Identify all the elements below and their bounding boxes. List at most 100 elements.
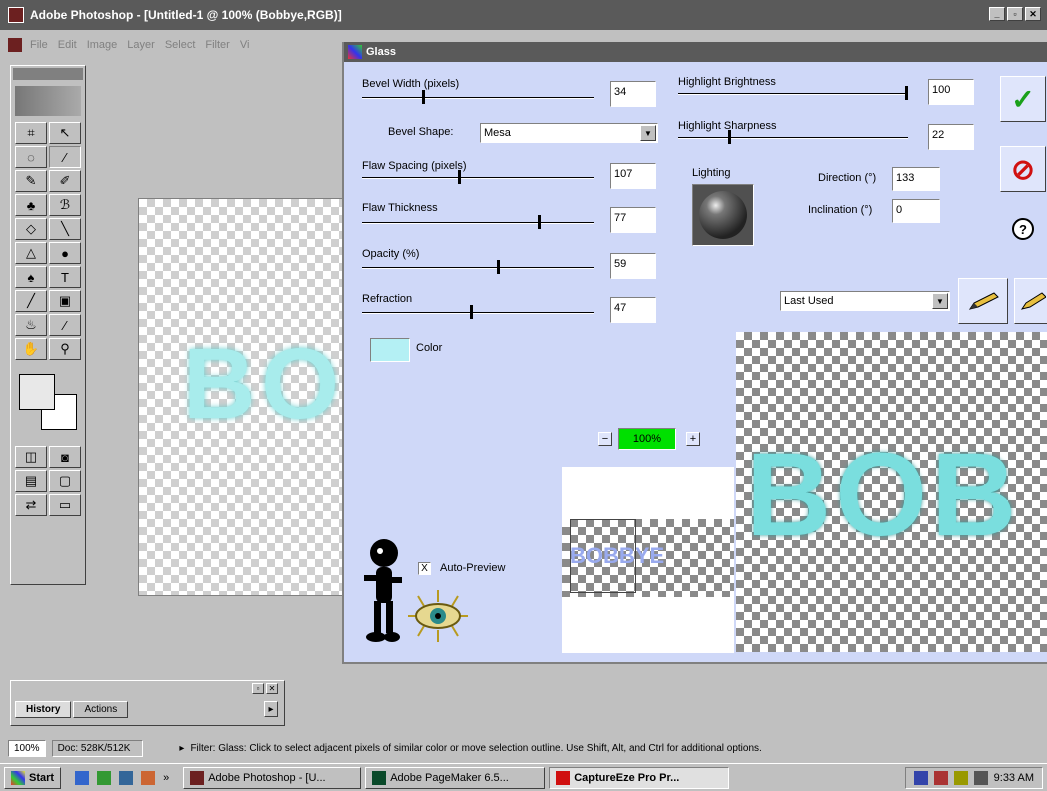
- tray-icon-2[interactable]: [933, 770, 948, 785]
- bevel-width-slider[interactable]: [362, 97, 594, 99]
- standard-mode-icon[interactable]: ◫: [15, 446, 47, 468]
- task-photoshop[interactable]: Adobe Photoshop - [U...: [183, 766, 362, 789]
- opacity-slider[interactable]: [362, 267, 594, 269]
- highlight-brightness-input[interactable]: 100: [928, 79, 974, 105]
- highlight-sharpness-input[interactable]: 22: [928, 124, 974, 150]
- quicklaunch-icon-1[interactable]: [75, 770, 90, 785]
- start-button[interactable]: Start: [4, 766, 62, 789]
- task-captureeze[interactable]: CaptureEze Pro Pr...: [549, 766, 730, 789]
- palette-close-button[interactable]: ✕: [266, 683, 278, 694]
- quicklaunch-more[interactable]: »: [163, 772, 169, 784]
- cancel-button[interactable]: ⊘: [1000, 146, 1046, 192]
- line-tool-icon[interactable]: ╲: [49, 218, 81, 240]
- history-brush-tool-icon[interactable]: ℬ: [49, 194, 81, 216]
- zoom-in-button[interactable]: +: [686, 432, 700, 446]
- quicklaunch-icon-4[interactable]: [141, 770, 156, 785]
- slider-thumb[interactable]: [422, 90, 425, 104]
- navigator-frame[interactable]: [570, 519, 636, 593]
- tray-icon-1[interactable]: [913, 770, 928, 785]
- inclination-input[interactable]: 0: [892, 199, 940, 223]
- doc-size[interactable]: Doc: 528K/512K: [51, 739, 144, 757]
- auto-preview-checkbox[interactable]: X: [418, 562, 431, 575]
- foreground-color-swatch[interactable]: [19, 374, 55, 410]
- refraction-input[interactable]: 47: [610, 297, 656, 323]
- save-preset-button[interactable]: [958, 278, 1008, 324]
- task-pagemaker[interactable]: Adobe PageMaker 6.5...: [365, 766, 546, 789]
- menu-image[interactable]: Image: [87, 39, 118, 51]
- pen-tool-icon[interactable]: ♠: [15, 266, 47, 288]
- maximize-button[interactable]: ▫: [1007, 7, 1023, 21]
- screen-mode-menu-icon[interactable]: ▭: [49, 494, 81, 516]
- toolbox-grip[interactable]: [13, 68, 83, 80]
- hand-tool-icon[interactable]: ✋: [15, 338, 47, 360]
- volume-icon[interactable]: [953, 770, 968, 785]
- preset-select[interactable]: Last Used ▼: [780, 291, 950, 311]
- minimize-button[interactable]: _: [989, 7, 1005, 21]
- crop-tool-icon[interactable]: ⌗: [15, 122, 47, 144]
- highlight-sharpness-slider[interactable]: [678, 137, 908, 139]
- menu-layer[interactable]: Layer: [127, 39, 155, 51]
- navigator-preview[interactable]: BOBBYE: [562, 467, 734, 653]
- direction-input[interactable]: 133: [892, 167, 940, 191]
- airbrush-tool-icon[interactable]: ✎: [15, 170, 47, 192]
- burn-tool-icon[interactable]: ●: [49, 242, 81, 264]
- document-icon[interactable]: [8, 38, 22, 52]
- chevron-down-icon[interactable]: ▼: [932, 293, 948, 309]
- screen-mode-full-icon[interactable]: ▢: [49, 470, 81, 492]
- menu-file[interactable]: File: [30, 39, 48, 51]
- opacity-input[interactable]: 59: [610, 253, 656, 279]
- tab-history[interactable]: History: [15, 701, 72, 718]
- bevel-width-input[interactable]: 34: [610, 81, 656, 107]
- slider-thumb[interactable]: [905, 86, 908, 100]
- screen-mode-standard-icon[interactable]: ▤: [15, 470, 47, 492]
- slider-thumb[interactable]: [728, 130, 731, 144]
- slider-thumb[interactable]: [458, 170, 461, 184]
- document-canvas[interactable]: BO: [138, 198, 344, 596]
- app-title-bar[interactable]: Adobe Photoshop - [Untitled-1 @ 100% (Bo…: [0, 0, 1047, 30]
- refraction-slider[interactable]: [362, 312, 594, 314]
- type-tool-icon[interactable]: T: [49, 266, 81, 288]
- flaw-thickness-slider[interactable]: [362, 222, 594, 224]
- palette-minimize-button[interactable]: ▫: [252, 683, 264, 694]
- brush-tool-icon[interactable]: ✐: [49, 170, 81, 192]
- chevron-down-icon[interactable]: ▼: [640, 125, 656, 141]
- eyedropper-tool-icon[interactable]: ⁄: [49, 314, 81, 336]
- lasso-tool-icon[interactable]: ◌: [15, 146, 47, 168]
- bevel-shape-select[interactable]: Mesa ▼: [480, 123, 658, 143]
- stamp-tool-icon[interactable]: ♣: [15, 194, 47, 216]
- glass-color-swatch[interactable]: [370, 338, 410, 362]
- slider-thumb[interactable]: [497, 260, 500, 274]
- zoom-level[interactable]: 100%: [8, 739, 46, 757]
- large-preview[interactable]: BOB: [736, 332, 1047, 652]
- lighting-sphere-icon[interactable]: [692, 184, 754, 246]
- menu-filter[interactable]: Filter: [205, 39, 229, 51]
- paint-bucket-tool-icon[interactable]: ♨: [15, 314, 47, 336]
- dialog-title-bar[interactable]: Glass: [344, 42, 1047, 62]
- menu-view[interactable]: Vi: [240, 39, 250, 51]
- quicklaunch-icon-3[interactable]: [119, 770, 134, 785]
- menu-select[interactable]: Select: [165, 39, 196, 51]
- ok-button[interactable]: ✓: [1000, 76, 1046, 122]
- highlight-brightness-slider[interactable]: [678, 93, 908, 95]
- photoshop-icon[interactable]: [8, 7, 24, 23]
- eraser-tool-icon[interactable]: ◇: [15, 218, 47, 240]
- magic-wand-tool-icon[interactable]: ⁄: [49, 146, 81, 168]
- delete-preset-button[interactable]: [1014, 278, 1047, 324]
- flaw-thickness-input[interactable]: 77: [610, 207, 656, 233]
- tab-actions[interactable]: Actions: [73, 701, 129, 718]
- move-tool-icon[interactable]: ↖: [49, 122, 81, 144]
- status-menu-arrow-icon[interactable]: ▸: [179, 743, 184, 754]
- quick-mask-icon[interactable]: ◙: [49, 446, 81, 468]
- help-icon[interactable]: ?: [1012, 218, 1034, 240]
- zoom-out-button[interactable]: −: [598, 432, 612, 446]
- tray-icon-4[interactable]: [973, 770, 988, 785]
- measure-tool-icon[interactable]: ╱: [15, 290, 47, 312]
- flaw-spacing-slider[interactable]: [362, 177, 594, 179]
- slider-thumb[interactable]: [470, 305, 473, 319]
- slider-thumb[interactable]: [538, 215, 541, 229]
- gradient-tool-icon[interactable]: ▣: [49, 290, 81, 312]
- jump-to-imageready-icon[interactable]: ⇄: [15, 494, 47, 516]
- flaw-spacing-input[interactable]: 107: [610, 163, 656, 189]
- menu-edit[interactable]: Edit: [58, 39, 77, 51]
- quicklaunch-icon-2[interactable]: [97, 770, 112, 785]
